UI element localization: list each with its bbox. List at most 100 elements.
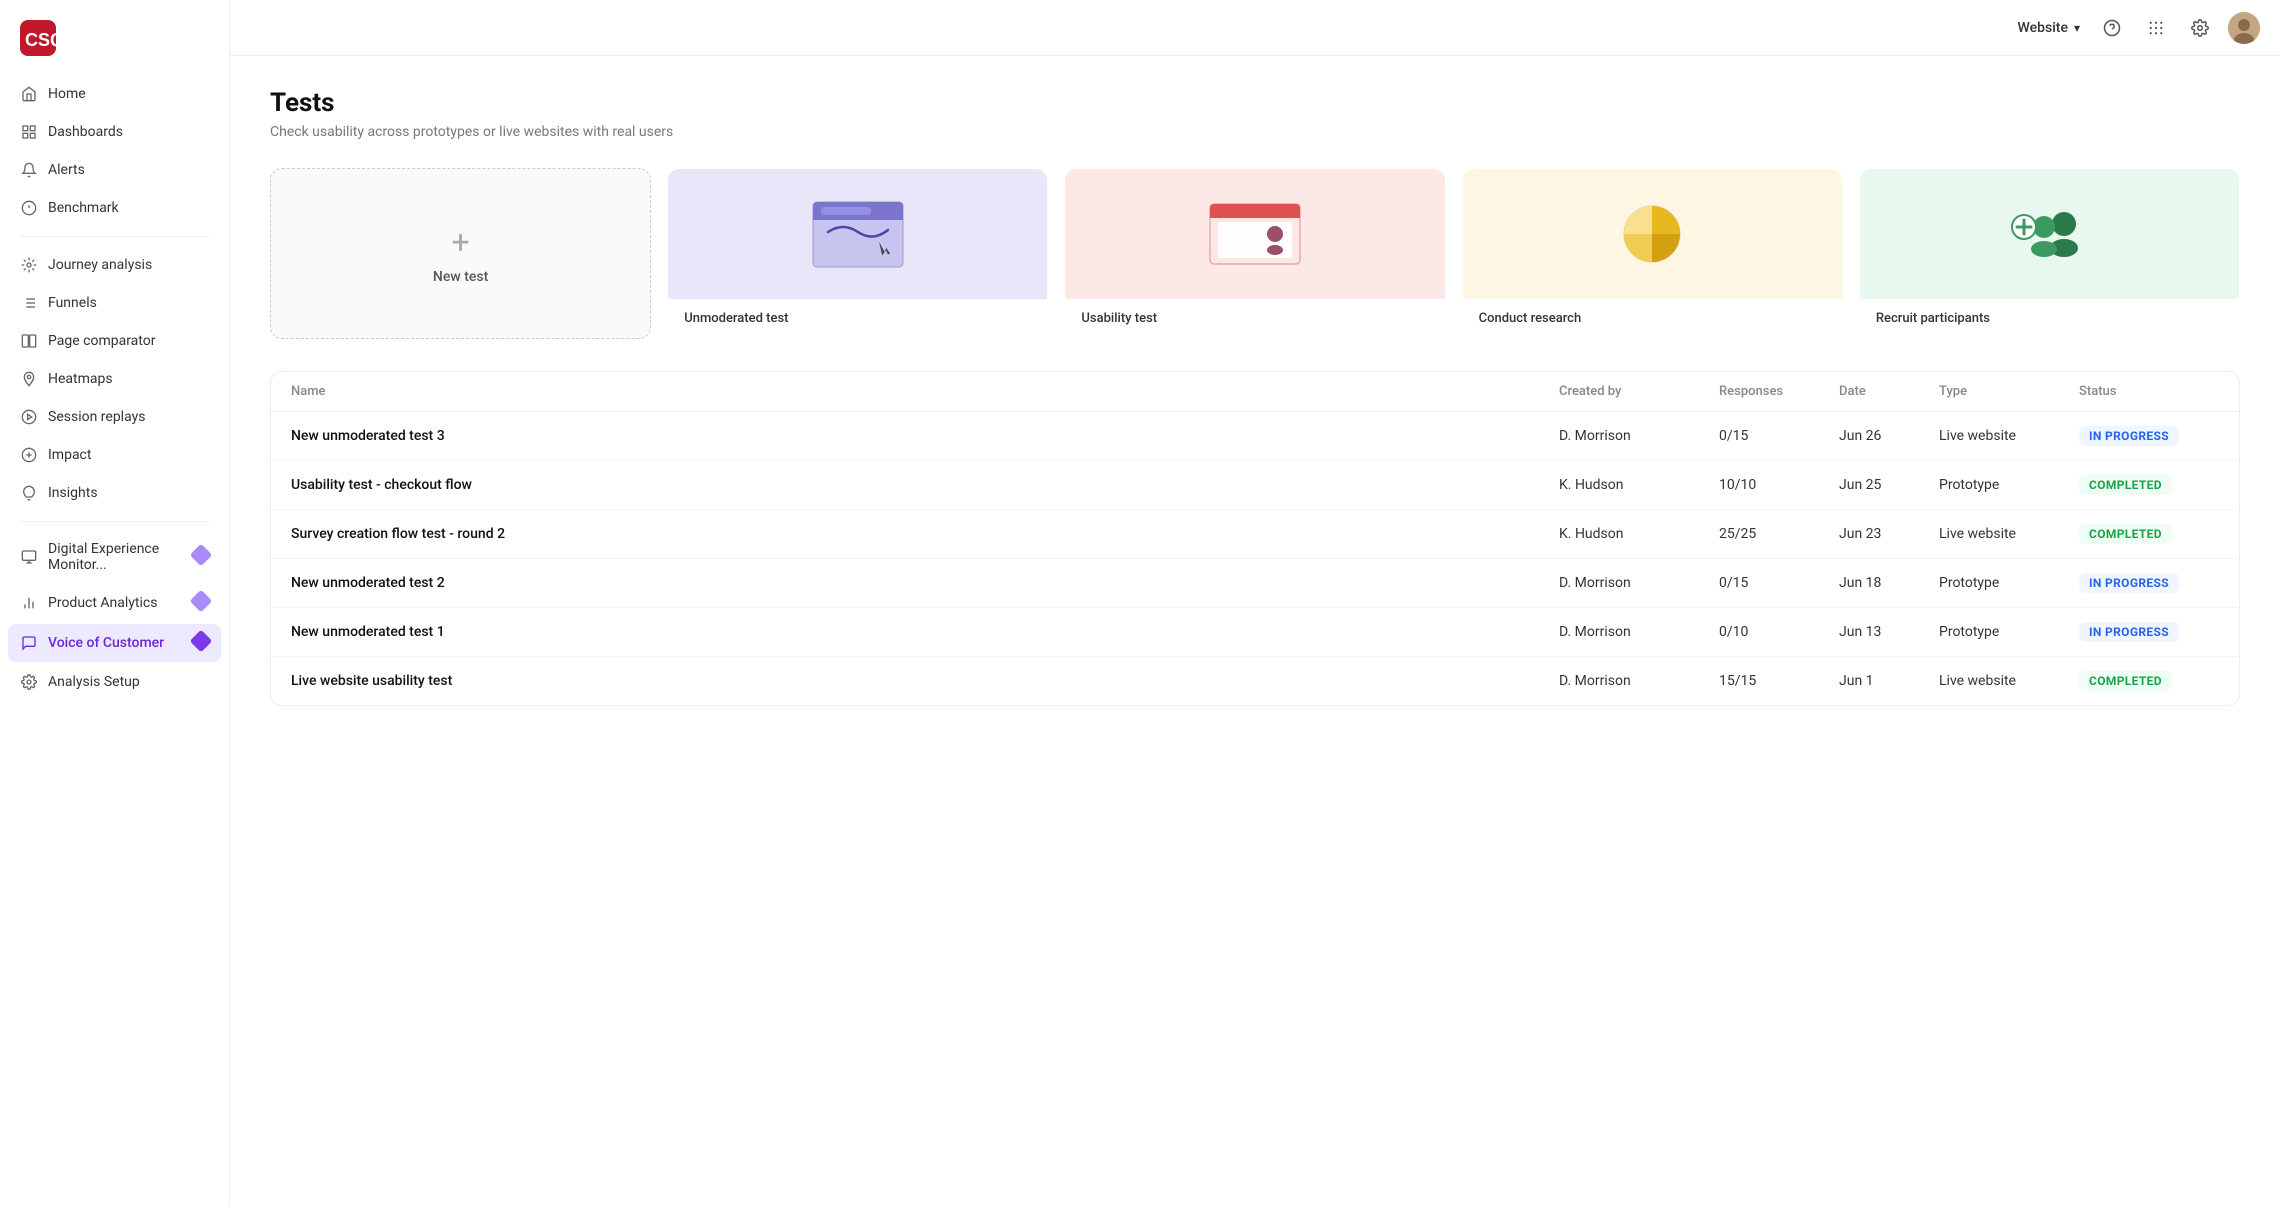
cell-created-by: D. Morrison [1559, 673, 1719, 689]
table-body: New unmoderated test 3 D. Morrison 0/15 … [271, 412, 2239, 705]
cell-responses: 15/15 [1719, 673, 1839, 689]
cell-name: New unmoderated test 3 [291, 428, 1559, 444]
table-row[interactable]: New unmoderated test 2 D. Morrison 0/15 … [271, 559, 2239, 608]
logo[interactable]: CSQ [0, 12, 229, 76]
heatmap-icon [20, 370, 38, 388]
table-row[interactable]: New unmoderated test 1 D. Morrison 0/10 … [271, 608, 2239, 657]
sidebar-item-digital-experience[interactable]: Digital Experience Monitor... [8, 532, 221, 582]
sidebar-item-dashboards-label: Dashboards [48, 124, 123, 140]
conduct-research-label: Conduct research [1479, 311, 1582, 326]
sidebar-item-journey[interactable]: Journey analysis [8, 247, 221, 283]
cell-status: COMPLETED [2079, 671, 2219, 691]
sidebar-item-alerts[interactable]: Alerts [8, 152, 221, 188]
home-icon [20, 85, 38, 103]
sidebar-item-insights[interactable]: Insights [8, 475, 221, 511]
new-test-card[interactable]: + New test [270, 168, 651, 339]
topbar-icons [2096, 12, 2260, 44]
status-badge: IN PROGRESS [2079, 426, 2179, 446]
page-subtitle: Check usability across prototypes or liv… [270, 124, 2240, 140]
sidebar-item-benchmark[interactable]: Benchmark [8, 190, 221, 226]
research-illustration [1463, 169, 1842, 299]
sidebar-item-funnels[interactable]: Funnels [8, 285, 221, 321]
unmoderated-illustration [668, 169, 1047, 299]
sidebar-nav: Home Dashboards Alerts Benchmark J [0, 76, 229, 1194]
conduct-research-card[interactable]: Conduct research [1462, 168, 1843, 339]
cell-date: Jun 18 [1839, 575, 1939, 591]
recruit-participants-card[interactable]: Recruit participants [1859, 168, 2240, 339]
product-analytics-badge [193, 593, 209, 613]
sidebar-item-home-label: Home [48, 86, 86, 102]
table-row[interactable]: New unmoderated test 3 D. Morrison 0/15 … [271, 412, 2239, 461]
sidebar-item-journey-label: Journey analysis [48, 257, 152, 273]
column-status: Status [2079, 384, 2219, 399]
unmoderated-test-footer: Unmoderated test [668, 299, 1047, 338]
usability-test-card[interactable]: Usability test [1064, 168, 1445, 339]
workspace-selector[interactable]: Website ▾ [2018, 20, 2080, 36]
cell-name: Live website usability test [291, 673, 1559, 689]
status-badge: IN PROGRESS [2079, 622, 2179, 642]
sidebar-item-product-analytics-label: Product Analytics [48, 595, 157, 611]
recruit-participants-label: Recruit participants [1876, 311, 1990, 326]
replay-icon [20, 408, 38, 426]
compare-icon [20, 332, 38, 350]
cell-responses: 0/15 [1719, 575, 1839, 591]
table-row[interactable]: Survey creation flow test - round 2 K. H… [271, 510, 2239, 559]
sidebar-item-benchmark-label: Benchmark [48, 200, 119, 216]
column-type: Type [1939, 384, 2079, 399]
table-header: Name Created by Responses Date Type Stat… [271, 372, 2239, 412]
chevron-down-icon: ▾ [2074, 21, 2080, 35]
cell-type: Live website [1939, 673, 2079, 689]
status-badge: COMPLETED [2079, 524, 2172, 544]
table-row[interactable]: Live website usability test D. Morrison … [271, 657, 2239, 705]
voc-icon [20, 634, 38, 652]
sidebar-item-page-comparator-label: Page comparator [48, 333, 155, 349]
sidebar-item-session-replays[interactable]: Session replays [8, 399, 221, 435]
sidebar-item-dashboards[interactable]: Dashboards [8, 114, 221, 150]
sidebar-item-analysis-setup[interactable]: Analysis Setup [8, 664, 221, 700]
analytics-icon [20, 594, 38, 612]
column-created-by: Created by [1559, 384, 1719, 399]
sidebar-item-session-replays-label: Session replays [48, 409, 145, 425]
benchmark-icon [20, 199, 38, 217]
cell-name: Survey creation flow test - round 2 [291, 526, 1559, 542]
avatar[interactable] [2228, 12, 2260, 44]
settings-icon[interactable] [2184, 12, 2216, 44]
table-row[interactable]: Usability test - checkout flow K. Hudson… [271, 461, 2239, 510]
dashboard-icon [20, 123, 38, 141]
sidebar-divider-1 [20, 236, 209, 237]
insights-icon [20, 484, 38, 502]
cell-created-by: D. Morrison [1559, 575, 1719, 591]
sidebar-item-home[interactable]: Home [8, 76, 221, 112]
column-date: Date [1839, 384, 1939, 399]
cell-name: New unmoderated test 2 [291, 575, 1559, 591]
help-icon[interactable] [2096, 12, 2128, 44]
monitor-icon [20, 548, 38, 566]
content: Tests Check usability across prototypes … [230, 56, 2280, 1206]
cell-status: COMPLETED [2079, 475, 2219, 495]
plus-icon: + [452, 223, 470, 261]
sidebar-item-heatmaps[interactable]: Heatmaps [8, 361, 221, 397]
cell-type: Live website [1939, 526, 2079, 542]
workspace-label: Website [2018, 20, 2068, 36]
sidebar-item-alerts-label: Alerts [48, 162, 85, 178]
sidebar-item-impact-label: Impact [48, 447, 91, 463]
cell-status: IN PROGRESS [2079, 622, 2219, 642]
unmoderated-test-card[interactable]: Unmoderated test [667, 168, 1048, 339]
cell-date: Jun 13 [1839, 624, 1939, 640]
status-badge: COMPLETED [2079, 475, 2172, 495]
cell-responses: 25/25 [1719, 526, 1839, 542]
sidebar: CSQ Home Dashboards Alerts Benchma [0, 0, 230, 1206]
apps-icon[interactable] [2140, 12, 2172, 44]
page-title: Tests [270, 88, 2240, 118]
new-test-label: New test [433, 269, 488, 285]
sidebar-item-page-comparator[interactable]: Page comparator [8, 323, 221, 359]
sidebar-divider-2 [20, 521, 209, 522]
setup-icon [20, 673, 38, 691]
cell-date: Jun 25 [1839, 477, 1939, 493]
sidebar-item-voice-of-customer[interactable]: Voice of Customer [8, 624, 221, 662]
cell-responses: 10/10 [1719, 477, 1839, 493]
sidebar-item-product-analytics[interactable]: Product Analytics [8, 584, 221, 622]
sidebar-item-impact[interactable]: Impact [8, 437, 221, 473]
topbar: Website ▾ [230, 0, 2280, 56]
usability-test-footer: Usability test [1065, 299, 1444, 338]
